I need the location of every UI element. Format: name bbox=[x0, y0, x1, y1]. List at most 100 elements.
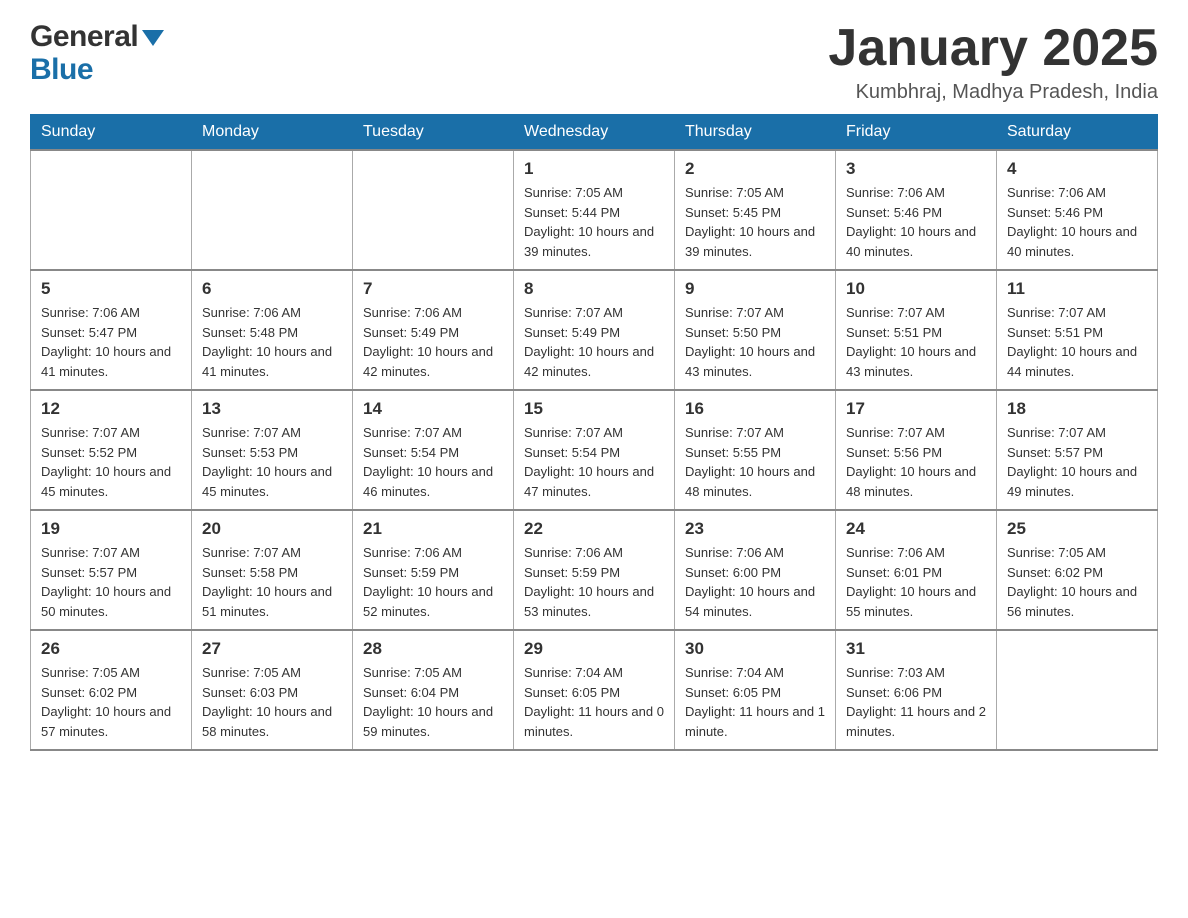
calendar-cell: 5 Sunrise: 7:06 AM Sunset: 5:47 PM Daylig… bbox=[31, 270, 192, 390]
calendar-cell: 26Sunrise: 7:05 AM Sunset: 6:02 PM Dayli… bbox=[31, 630, 192, 750]
logo-general-text: General bbox=[30, 20, 164, 53]
calendar-cell: 13 Sunrise: 7:07 AM Sunset: 5:53 PM Dayli… bbox=[192, 390, 353, 510]
day-number: 20 bbox=[202, 519, 342, 539]
calendar-header-row: SundayMondayTuesdayWednesdayThursdayFrid… bbox=[31, 115, 1158, 151]
day-number: 23 bbox=[685, 519, 825, 539]
calendar-header-sunday: Sunday bbox=[31, 115, 192, 151]
day-info: Sunrise: 7:05 AM Sunset: 5:44 PM Dayligh… bbox=[524, 183, 664, 261]
day-info: Sunrise: 7:06 AM Sunset: 5:46 PM Dayligh… bbox=[1007, 183, 1147, 261]
day-info: Sunrise: 7:07 AM Sunset: 5:51 PM Dayligh… bbox=[846, 303, 986, 381]
day-number: 16 bbox=[685, 399, 825, 419]
calendar-week-row: 19 Sunrise: 7:07 AM Sunset: 5:57 PM Dayli… bbox=[31, 510, 1158, 630]
day-number: 26 bbox=[41, 639, 181, 659]
calendar-cell: 11 Sunrise: 7:07 AM Sunset: 5:51 PM Dayli… bbox=[997, 270, 1158, 390]
day-number: 1 bbox=[524, 159, 664, 179]
calendar-cell: 27Sunrise: 7:05 AM Sunset: 6:03 PM Dayli… bbox=[192, 630, 353, 750]
day-number: 8 bbox=[524, 279, 664, 299]
calendar-cell: 28 Sunrise: 7:05 AM Sunset: 6:04 PM Dayli… bbox=[353, 630, 514, 750]
location-title: Kumbhraj, Madhya Pradesh, India bbox=[828, 81, 1158, 104]
day-info: Sunrise: 7:05 AM Sunset: 6:02 PM Dayligh… bbox=[1007, 543, 1147, 621]
calendar-cell bbox=[997, 630, 1158, 750]
calendar-cell bbox=[192, 150, 353, 270]
calendar-week-row: 1 Sunrise: 7:05 AM Sunset: 5:44 PM Daylig… bbox=[31, 150, 1158, 270]
title-block: January 2025 Kumbhraj, Madhya Pradesh, I… bbox=[828, 20, 1158, 104]
calendar-cell: 16 Sunrise: 7:07 AM Sunset: 5:55 PM Dayli… bbox=[675, 390, 836, 510]
calendar-cell: 31Sunrise: 7:03 AM Sunset: 6:06 PM Dayli… bbox=[836, 630, 997, 750]
page-header: General Blue January 2025 Kumbhraj, Madh… bbox=[30, 20, 1158, 104]
day-number: 7 bbox=[363, 279, 503, 299]
day-info: Sunrise: 7:07 AM Sunset: 5:57 PM Dayligh… bbox=[41, 543, 181, 621]
calendar-header-wednesday: Wednesday bbox=[514, 115, 675, 151]
logo: General Blue bbox=[30, 20, 164, 86]
day-info: Sunrise: 7:06 AM Sunset: 5:47 PM Dayligh… bbox=[41, 303, 181, 381]
calendar-header-tuesday: Tuesday bbox=[353, 115, 514, 151]
day-info: Sunrise: 7:07 AM Sunset: 5:51 PM Dayligh… bbox=[1007, 303, 1147, 381]
calendar-cell: 4 Sunrise: 7:06 AM Sunset: 5:46 PM Daylig… bbox=[997, 150, 1158, 270]
day-number: 17 bbox=[846, 399, 986, 419]
calendar-cell: 21 Sunrise: 7:06 AM Sunset: 5:59 PM Dayli… bbox=[353, 510, 514, 630]
day-number: 12 bbox=[41, 399, 181, 419]
day-info: Sunrise: 7:07 AM Sunset: 5:50 PM Dayligh… bbox=[685, 303, 825, 381]
day-info: Sunrise: 7:07 AM Sunset: 5:57 PM Dayligh… bbox=[1007, 423, 1147, 501]
day-number: 21 bbox=[363, 519, 503, 539]
calendar-cell: 17 Sunrise: 7:07 AM Sunset: 5:56 PM Dayli… bbox=[836, 390, 997, 510]
calendar-cell: 3Sunrise: 7:06 AM Sunset: 5:46 PM Daylig… bbox=[836, 150, 997, 270]
day-info: Sunrise: 7:06 AM Sunset: 5:46 PM Dayligh… bbox=[846, 183, 986, 261]
day-info: Sunrise: 7:05 AM Sunset: 5:45 PM Dayligh… bbox=[685, 183, 825, 261]
day-number: 22 bbox=[524, 519, 664, 539]
calendar-cell: 7 Sunrise: 7:06 AM Sunset: 5:49 PM Daylig… bbox=[353, 270, 514, 390]
day-info: Sunrise: 7:07 AM Sunset: 5:55 PM Dayligh… bbox=[685, 423, 825, 501]
day-info: Sunrise: 7:04 AM Sunset: 6:05 PM Dayligh… bbox=[685, 663, 825, 741]
day-number: 13 bbox=[202, 399, 342, 419]
day-number: 11 bbox=[1007, 279, 1147, 299]
day-info: Sunrise: 7:07 AM Sunset: 5:54 PM Dayligh… bbox=[524, 423, 664, 501]
calendar-header-monday: Monday bbox=[192, 115, 353, 151]
day-number: 25 bbox=[1007, 519, 1147, 539]
day-info: Sunrise: 7:07 AM Sunset: 5:56 PM Dayligh… bbox=[846, 423, 986, 501]
calendar-cell: 30 Sunrise: 7:04 AM Sunset: 6:05 PM Dayli… bbox=[675, 630, 836, 750]
day-info: Sunrise: 7:06 AM Sunset: 6:01 PM Dayligh… bbox=[846, 543, 986, 621]
calendar-cell: 10 Sunrise: 7:07 AM Sunset: 5:51 PM Dayli… bbox=[836, 270, 997, 390]
day-number: 30 bbox=[685, 639, 825, 659]
calendar-cell: 12 Sunrise: 7:07 AM Sunset: 5:52 PM Dayli… bbox=[31, 390, 192, 510]
calendar-cell: 24 Sunrise: 7:06 AM Sunset: 6:01 PM Dayli… bbox=[836, 510, 997, 630]
calendar-week-row: 5 Sunrise: 7:06 AM Sunset: 5:47 PM Daylig… bbox=[31, 270, 1158, 390]
day-number: 9 bbox=[685, 279, 825, 299]
day-info: Sunrise: 7:07 AM Sunset: 5:58 PM Dayligh… bbox=[202, 543, 342, 621]
day-info: Sunrise: 7:06 AM Sunset: 5:49 PM Dayligh… bbox=[363, 303, 503, 381]
day-info: Sunrise: 7:06 AM Sunset: 6:00 PM Dayligh… bbox=[685, 543, 825, 621]
day-info: Sunrise: 7:04 AM Sunset: 6:05 PM Dayligh… bbox=[524, 663, 664, 741]
calendar-cell: 6Sunrise: 7:06 AM Sunset: 5:48 PM Daylig… bbox=[192, 270, 353, 390]
day-number: 4 bbox=[1007, 159, 1147, 179]
calendar-cell: 29 Sunrise: 7:04 AM Sunset: 6:05 PM Dayli… bbox=[514, 630, 675, 750]
day-info: Sunrise: 7:06 AM Sunset: 5:59 PM Dayligh… bbox=[363, 543, 503, 621]
calendar-cell: 22 Sunrise: 7:06 AM Sunset: 5:59 PM Dayli… bbox=[514, 510, 675, 630]
day-info: Sunrise: 7:07 AM Sunset: 5:53 PM Dayligh… bbox=[202, 423, 342, 501]
calendar-cell: 15 Sunrise: 7:07 AM Sunset: 5:54 PM Dayli… bbox=[514, 390, 675, 510]
day-number: 2 bbox=[685, 159, 825, 179]
calendar-cell bbox=[353, 150, 514, 270]
day-number: 15 bbox=[524, 399, 664, 419]
calendar-cell: 2 Sunrise: 7:05 AM Sunset: 5:45 PM Daylig… bbox=[675, 150, 836, 270]
day-number: 10 bbox=[846, 279, 986, 299]
calendar-week-row: 26Sunrise: 7:05 AM Sunset: 6:02 PM Dayli… bbox=[31, 630, 1158, 750]
day-number: 28 bbox=[363, 639, 503, 659]
calendar-cell: 9 Sunrise: 7:07 AM Sunset: 5:50 PM Daylig… bbox=[675, 270, 836, 390]
calendar-header-friday: Friday bbox=[836, 115, 997, 151]
day-number: 5 bbox=[41, 279, 181, 299]
calendar-cell bbox=[31, 150, 192, 270]
day-info: Sunrise: 7:05 AM Sunset: 6:04 PM Dayligh… bbox=[363, 663, 503, 741]
day-info: Sunrise: 7:07 AM Sunset: 5:49 PM Dayligh… bbox=[524, 303, 664, 381]
month-title: January 2025 bbox=[828, 20, 1158, 77]
day-info: Sunrise: 7:07 AM Sunset: 5:52 PM Dayligh… bbox=[41, 423, 181, 501]
calendar-cell: 19 Sunrise: 7:07 AM Sunset: 5:57 PM Dayli… bbox=[31, 510, 192, 630]
day-number: 19 bbox=[41, 519, 181, 539]
calendar-cell: 25 Sunrise: 7:05 AM Sunset: 6:02 PM Dayli… bbox=[997, 510, 1158, 630]
day-number: 29 bbox=[524, 639, 664, 659]
day-info: Sunrise: 7:07 AM Sunset: 5:54 PM Dayligh… bbox=[363, 423, 503, 501]
calendar-week-row: 12 Sunrise: 7:07 AM Sunset: 5:52 PM Dayli… bbox=[31, 390, 1158, 510]
day-number: 24 bbox=[846, 519, 986, 539]
calendar-cell: 18Sunrise: 7:07 AM Sunset: 5:57 PM Dayli… bbox=[997, 390, 1158, 510]
calendar-cell: 23 Sunrise: 7:06 AM Sunset: 6:00 PM Dayli… bbox=[675, 510, 836, 630]
day-info: Sunrise: 7:06 AM Sunset: 5:59 PM Dayligh… bbox=[524, 543, 664, 621]
